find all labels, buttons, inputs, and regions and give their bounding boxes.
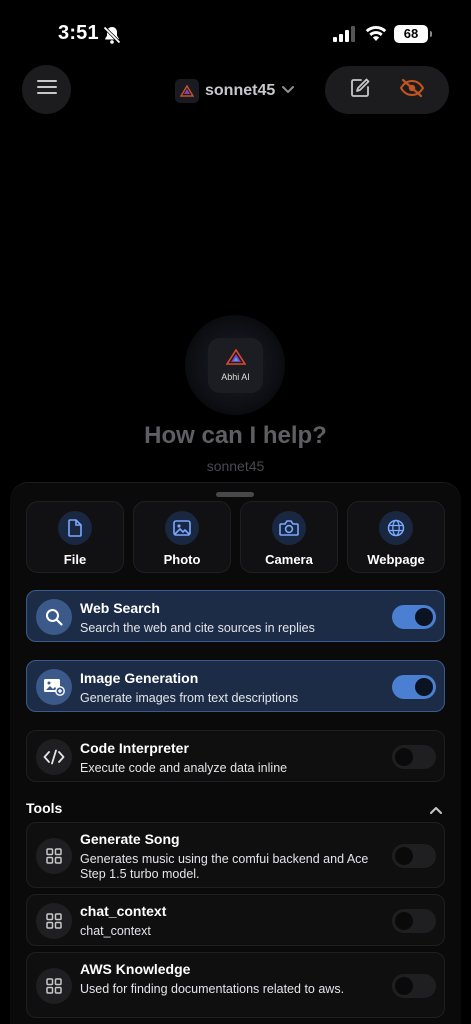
status-bar: 3:51 68 [0,0,471,62]
chevron-down-icon [281,82,295,100]
tool-description: Used for finding documentations related … [80,982,345,996]
aws-knowledge-toggle[interactable] [392,974,436,998]
tool-description: chat_context [80,924,151,938]
app-logo: Abhi AI [208,338,263,393]
feature-web-search[interactable]: Web Search Search the web and cite sourc… [26,590,445,642]
cellular-signal-icon [333,26,357,47]
feature-title: Image Generation [80,670,199,686]
image-generation-icon [36,669,72,705]
tool-title: Generate Song [80,831,180,847]
model-selector[interactable]: sonnet45 [175,78,295,104]
code-interpreter-toggle[interactable] [392,745,436,769]
chat-context-toggle[interactable] [392,909,436,933]
image-generation-toggle[interactable] [392,675,436,699]
camera-icon [272,511,306,545]
menu-button[interactable] [22,65,71,114]
compose-icon[interactable] [349,77,371,104]
model-logo-icon [175,79,199,103]
grid-icon [36,903,72,939]
model-subtitle: sonnet45 [206,458,265,474]
quick-action-label: File [63,552,87,567]
feature-code-interpreter[interactable]: Code Interpreter Execute code and analyz… [26,730,445,782]
tool-title: AWS Knowledge [80,961,191,977]
code-icon [36,739,72,775]
feature-description: Search the web and cite sources in repli… [80,621,315,635]
battery-indicator: 68 [394,25,432,43]
logo-triangle-icon [225,348,246,370]
tool-chat-context[interactable]: chat_context chat_context [26,894,445,946]
photo-icon [165,511,199,545]
grid-icon [36,838,72,874]
feature-description: Generate images from text descriptions [80,691,299,705]
file-icon [58,511,92,545]
web-search-toggle[interactable] [392,605,436,629]
tools-section-header[interactable]: Tools [26,800,445,820]
quick-action-label: Webpage [367,552,425,567]
chevron-up-icon[interactable] [429,802,443,820]
model-name: sonnet45 [205,82,276,99]
search-icon [36,599,72,635]
page-title: How can I help? [144,422,327,449]
quick-action-camera[interactable]: Camera [240,501,338,573]
tools-title: Tools [26,800,63,816]
status-time: 3:51 [58,22,99,44]
quick-action-file[interactable]: File [26,501,124,573]
feature-image-generation[interactable]: Image Generation Generate images from te… [26,660,445,712]
hamburger-icon [36,80,57,99]
tool-title: chat_context [80,903,167,919]
feature-title: Code Interpreter [80,740,189,756]
globe-icon [379,511,413,545]
bell-slash-icon [102,25,122,50]
tool-description: Generates music using the comfui backend… [80,852,369,881]
feature-description: Execute code and analyze data inline [80,761,288,775]
quick-action-photo[interactable]: Photo [133,501,231,573]
wifi-icon [365,24,387,47]
logo-text: Abhi AI [221,372,250,382]
quick-action-label: Photo [163,552,201,567]
quick-action-label: Camera [265,552,313,567]
tool-aws-knowledge[interactable]: AWS Knowledge Used for finding documenta… [26,952,445,1018]
sheet-grabber[interactable] [216,492,254,497]
eye-slash-icon[interactable] [399,78,425,103]
feature-title: Web Search [80,600,160,616]
grid-icon [36,968,72,1004]
generate-song-toggle[interactable] [392,844,436,868]
quick-action-webpage[interactable]: Webpage [347,501,445,573]
header-actions [325,66,449,114]
tool-generate-song[interactable]: Generate Song Generates music using the … [26,822,445,888]
